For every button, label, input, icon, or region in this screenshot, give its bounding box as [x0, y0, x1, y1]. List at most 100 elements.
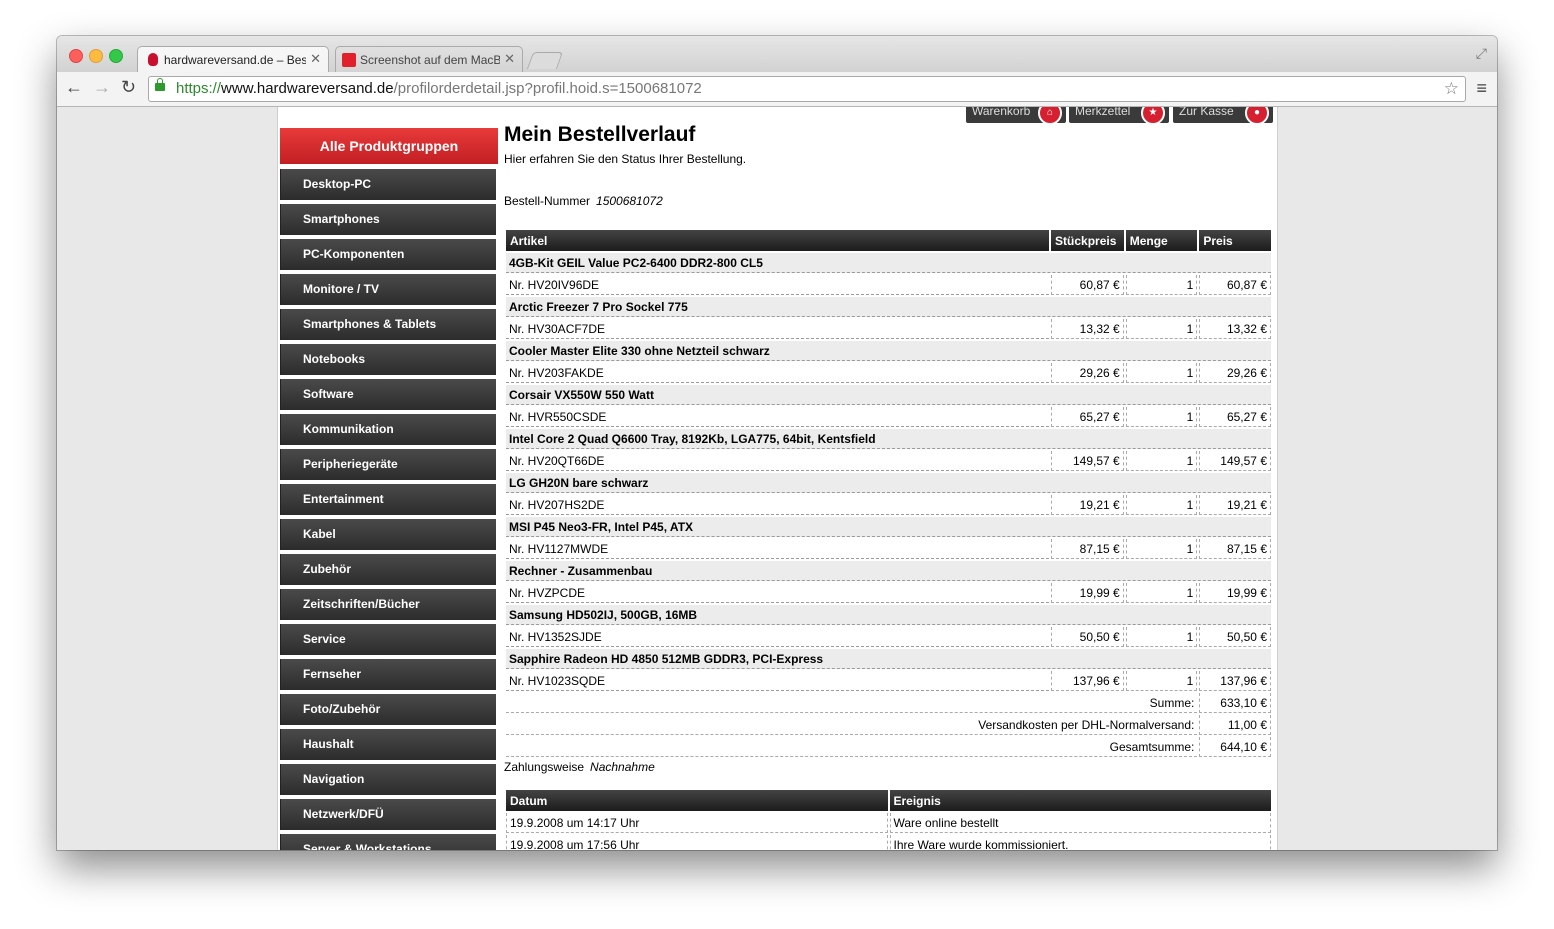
- product-name-row: 4GB-Kit GEIL Value PC2-6400 DDR2-800 CL5: [506, 253, 1271, 273]
- new-tab-button[interactable]: [526, 52, 564, 69]
- totals-row: Summe: 633,10 €: [506, 693, 1271, 713]
- event-description: Ihre Ware wurde kommissioniert.: [889, 835, 1271, 850]
- product-detail-row: Nr. HV1352SJDE 50,50 €1 50,50 €: [506, 627, 1271, 647]
- sidebar-item-netzwerk-dfü[interactable]: Netzwerk/DFÜ: [280, 799, 496, 830]
- all-product-groups-button[interactable]: Alle Produktgruppen: [280, 128, 498, 164]
- order-number-row: Bestell-Nummer 1500681072: [504, 194, 1270, 208]
- favicon-icon: [342, 53, 356, 67]
- product-detail-row: Nr. HV20QT66DE 149,57 €1 149,57 €: [506, 451, 1271, 471]
- product-name: Samsung HD502IJ, 500GB, 16MB: [506, 605, 1271, 625]
- unit-price: 19,99 €: [1051, 583, 1124, 603]
- product-detail-row: Nr. HVZPCDE 19,99 €1 19,99 €: [506, 583, 1271, 603]
- sidebar-item-zeitschriften-bücher[interactable]: Zeitschriften/Bücher: [280, 589, 496, 620]
- sidebar-item-peripheriegeräte[interactable]: Peripheriegeräte: [280, 449, 496, 480]
- product-name-row: MSI P45 Neo3-FR, Intel P45, ATX: [506, 517, 1271, 537]
- product-detail-row: Nr. HVR550CSDE 65,27 €1 65,27 €: [506, 407, 1271, 427]
- sidebar-item-software[interactable]: Software: [280, 379, 496, 410]
- browser-window: hardwareversand.de – Best ✕ Screenshot a…: [57, 36, 1497, 850]
- back-icon[interactable]: ←: [65, 77, 83, 98]
- product-number: Nr. HV207HS2DE: [506, 495, 1050, 515]
- order-items-table: Artikel Stückpreis Menge Preis 4GB-Kit G…: [504, 228, 1273, 759]
- product-name: LG GH20N bare schwarz: [506, 473, 1271, 493]
- product-name-row: Arctic Freezer 7 Pro Sockel 775: [506, 297, 1271, 317]
- bookmark-star-icon[interactable]: ☆: [1444, 77, 1459, 101]
- table-header-row: Artikel Stückpreis Menge Preis: [506, 230, 1271, 251]
- col-price: Preis: [1199, 230, 1271, 251]
- sidebar-item-service[interactable]: Service: [280, 624, 496, 655]
- sidebar-item-smartphones-tablets[interactable]: Smartphones & Tablets: [280, 309, 496, 340]
- sidebar-item-zubehör[interactable]: Zubehör: [280, 554, 496, 585]
- product-name: Intel Core 2 Quad Q6600 Tray, 8192Kb, LG…: [506, 429, 1271, 449]
- tab-strip: hardwareversand.de – Best ✕ Screenshot a…: [57, 36, 1497, 73]
- product-detail-row: Nr. HV20IV96DE 60,87 €1 60,87 €: [506, 275, 1271, 295]
- fullscreen-icon[interactable]: ⤢: [1476, 45, 1487, 62]
- product-name: Cooler Master Elite 330 ohne Netzteil sc…: [506, 341, 1271, 361]
- close-tab-icon[interactable]: ✕: [310, 51, 321, 67]
- sidebar-item-entertainment[interactable]: Entertainment: [280, 484, 496, 515]
- wishlist-button[interactable]: Merkzettel ★: [1069, 107, 1169, 125]
- unit-price: 65,27 €: [1051, 407, 1124, 427]
- sidebar-item-pc-komponenten[interactable]: PC-Komponenten: [280, 239, 496, 270]
- product-number: Nr. HV1023SQDE: [506, 671, 1050, 691]
- sidebar-item-desktop-pc[interactable]: Desktop-PC: [280, 169, 496, 200]
- order-number-label: Bestell-Nummer: [504, 194, 591, 208]
- totals-row: Gesamtsumme: 644,10 €: [506, 737, 1271, 757]
- tab-screenshot[interactable]: Screenshot auf dem MacBo ✕: [335, 46, 523, 73]
- sidebar-item-fernseher[interactable]: Fernseher: [280, 659, 496, 690]
- product-number: Nr. HV20QT66DE: [506, 451, 1050, 471]
- payment-value: Nachnahme: [590, 760, 655, 774]
- table-header-row: Datum Ereignis: [506, 790, 1271, 811]
- order-detail: Mein Bestellverlauf Hier erfahren Sie de…: [504, 123, 1271, 850]
- sidebar-item-server-workstations[interactable]: Server & Workstations: [280, 834, 496, 850]
- tab-title: Screenshot auf dem MacBo: [360, 53, 500, 67]
- line-price: 29,26 €: [1199, 363, 1271, 383]
- line-price: 60,87 €: [1199, 275, 1271, 295]
- sidebar-item-kabel[interactable]: Kabel: [280, 519, 496, 550]
- address-bar[interactable]: https://www.hardwareversand.de/profilord…: [148, 76, 1466, 102]
- event-date: 19.9.2008 um 17:56 Uhr: [506, 835, 888, 850]
- lock-icon: [155, 78, 165, 91]
- wishlist-label: Merkzettel: [1075, 107, 1131, 118]
- product-number: Nr. HV20IV96DE: [506, 275, 1050, 295]
- product-number: Nr. HVZPCDE: [506, 583, 1050, 603]
- col-date: Datum: [506, 790, 888, 811]
- sidebar-item-notebooks[interactable]: Notebooks: [280, 344, 496, 375]
- event-row: 19.9.2008 um 14:17 Uhr Ware online bestel…: [506, 813, 1271, 833]
- col-event: Ereignis: [889, 790, 1271, 811]
- browser-toolbar: ← → ↻ https://www.hardwareversand.de/pro…: [57, 72, 1497, 107]
- product-name: Arctic Freezer 7 Pro Sockel 775: [506, 297, 1271, 317]
- menu-icon[interactable]: ≡: [1476, 78, 1487, 99]
- reload-icon[interactable]: ↻: [121, 77, 136, 98]
- totals-value: 633,10 €: [1199, 693, 1271, 713]
- event-row: 19.9.2008 um 17:56 Uhr Ihre Ware wurde ko…: [506, 835, 1271, 850]
- product-detail-row: Nr. HV1023SQDE 137,96 €1 137,96 €: [506, 671, 1271, 691]
- minimize-window-button[interactable]: [89, 49, 103, 63]
- cart-button[interactable]: Warenkorb ⌂: [966, 107, 1066, 125]
- product-name: Corsair VX550W 550 Watt: [506, 385, 1271, 405]
- totals-value: 11,00 €: [1199, 715, 1271, 735]
- sidebar-item-navigation[interactable]: Navigation: [280, 764, 496, 795]
- close-window-button[interactable]: [69, 49, 83, 63]
- line-price: 149,57 €: [1199, 451, 1271, 471]
- sidebar-item-smartphones[interactable]: Smartphones: [280, 204, 496, 235]
- category-sidebar: Alle Produktgruppen Desktop-PC Smartphone…: [280, 128, 498, 850]
- quantity: 1: [1125, 319, 1198, 339]
- checkout-button[interactable]: Zur Kasse ●: [1173, 107, 1273, 125]
- unit-price: 29,26 €: [1051, 363, 1124, 383]
- product-name: MSI P45 Neo3-FR, Intel P45, ATX: [506, 517, 1271, 537]
- sidebar-item-monitore-tv[interactable]: Monitore / TV: [280, 274, 496, 305]
- forward-icon[interactable]: →: [93, 77, 111, 98]
- col-unit-price: Stückpreis: [1051, 230, 1124, 251]
- zoom-window-button[interactable]: [109, 49, 123, 63]
- close-tab-icon[interactable]: ✕: [504, 51, 515, 67]
- unit-price: 137,96 €: [1051, 671, 1124, 691]
- sidebar-item-kommunikation[interactable]: Kommunikation: [280, 414, 496, 445]
- product-name-row: Corsair VX550W 550 Watt: [506, 385, 1271, 405]
- tab-hardwareversand[interactable]: hardwareversand.de – Best ✕: [137, 46, 329, 73]
- product-name-row: Intel Core 2 Quad Q6600 Tray, 8192Kb, LG…: [506, 429, 1271, 449]
- sidebar-item-haushalt[interactable]: Haushalt: [280, 729, 496, 760]
- product-name-row: LG GH20N bare schwarz: [506, 473, 1271, 493]
- order-number-value: 1500681072: [596, 194, 663, 208]
- line-price: 19,21 €: [1199, 495, 1271, 515]
- sidebar-item-foto-zubehör[interactable]: Foto/Zubehör: [280, 694, 496, 725]
